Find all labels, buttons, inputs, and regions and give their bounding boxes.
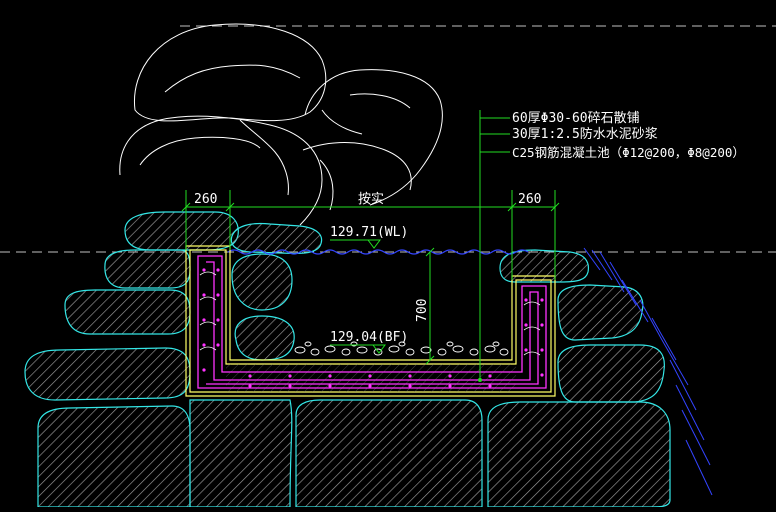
stone-bottom-left-small — [189, 399, 293, 508]
annotation-gravel: 60厚Φ30-60碎石散铺 — [512, 111, 640, 126]
pool-section-drawing: 60厚Φ30-60碎石散铺 30厚1:2.5防水水泥砂浆 C25钢筋混凝土池（Φ… — [0, 23, 776, 508]
stone-left-1 — [104, 249, 191, 289]
dimension-span: 按实 — [358, 192, 384, 207]
dimension-depth: 700 — [415, 299, 430, 322]
bottom-level-label: 129.04(BF) — [330, 330, 408, 345]
stone-inner-2 — [234, 315, 295, 361]
cad-drawing-canvas: 60厚Φ30-60碎石散铺 30厚1:2.5防水水泥砂浆 C25钢筋混凝土池（Φ… — [0, 0, 776, 508]
stone-left-2 — [64, 289, 191, 335]
stone-bottom-1 — [37, 405, 191, 508]
stone-right-top — [499, 249, 590, 283]
stone-top-mid — [230, 222, 323, 255]
stone-bottom-2 — [295, 399, 483, 508]
water-level-label: 129.71(WL) — [330, 225, 408, 240]
dimension-right-width: 260 — [518, 192, 541, 207]
stone-left-3 — [24, 347, 191, 401]
annotation-mortar: 30厚1:2.5防水水泥砂浆 — [512, 126, 658, 142]
stone-top-left — [124, 211, 239, 251]
rockery-outline — [119, 23, 443, 226]
stone-inner-1 — [231, 253, 293, 311]
stone-bottom-3 — [487, 401, 671, 508]
stone-right-2 — [557, 344, 665, 403]
dimension-left-width: 260 — [194, 192, 217, 207]
annotation-concrete: C25钢筋混凝土池（Φ12@200，Φ8@200） — [512, 145, 745, 160]
